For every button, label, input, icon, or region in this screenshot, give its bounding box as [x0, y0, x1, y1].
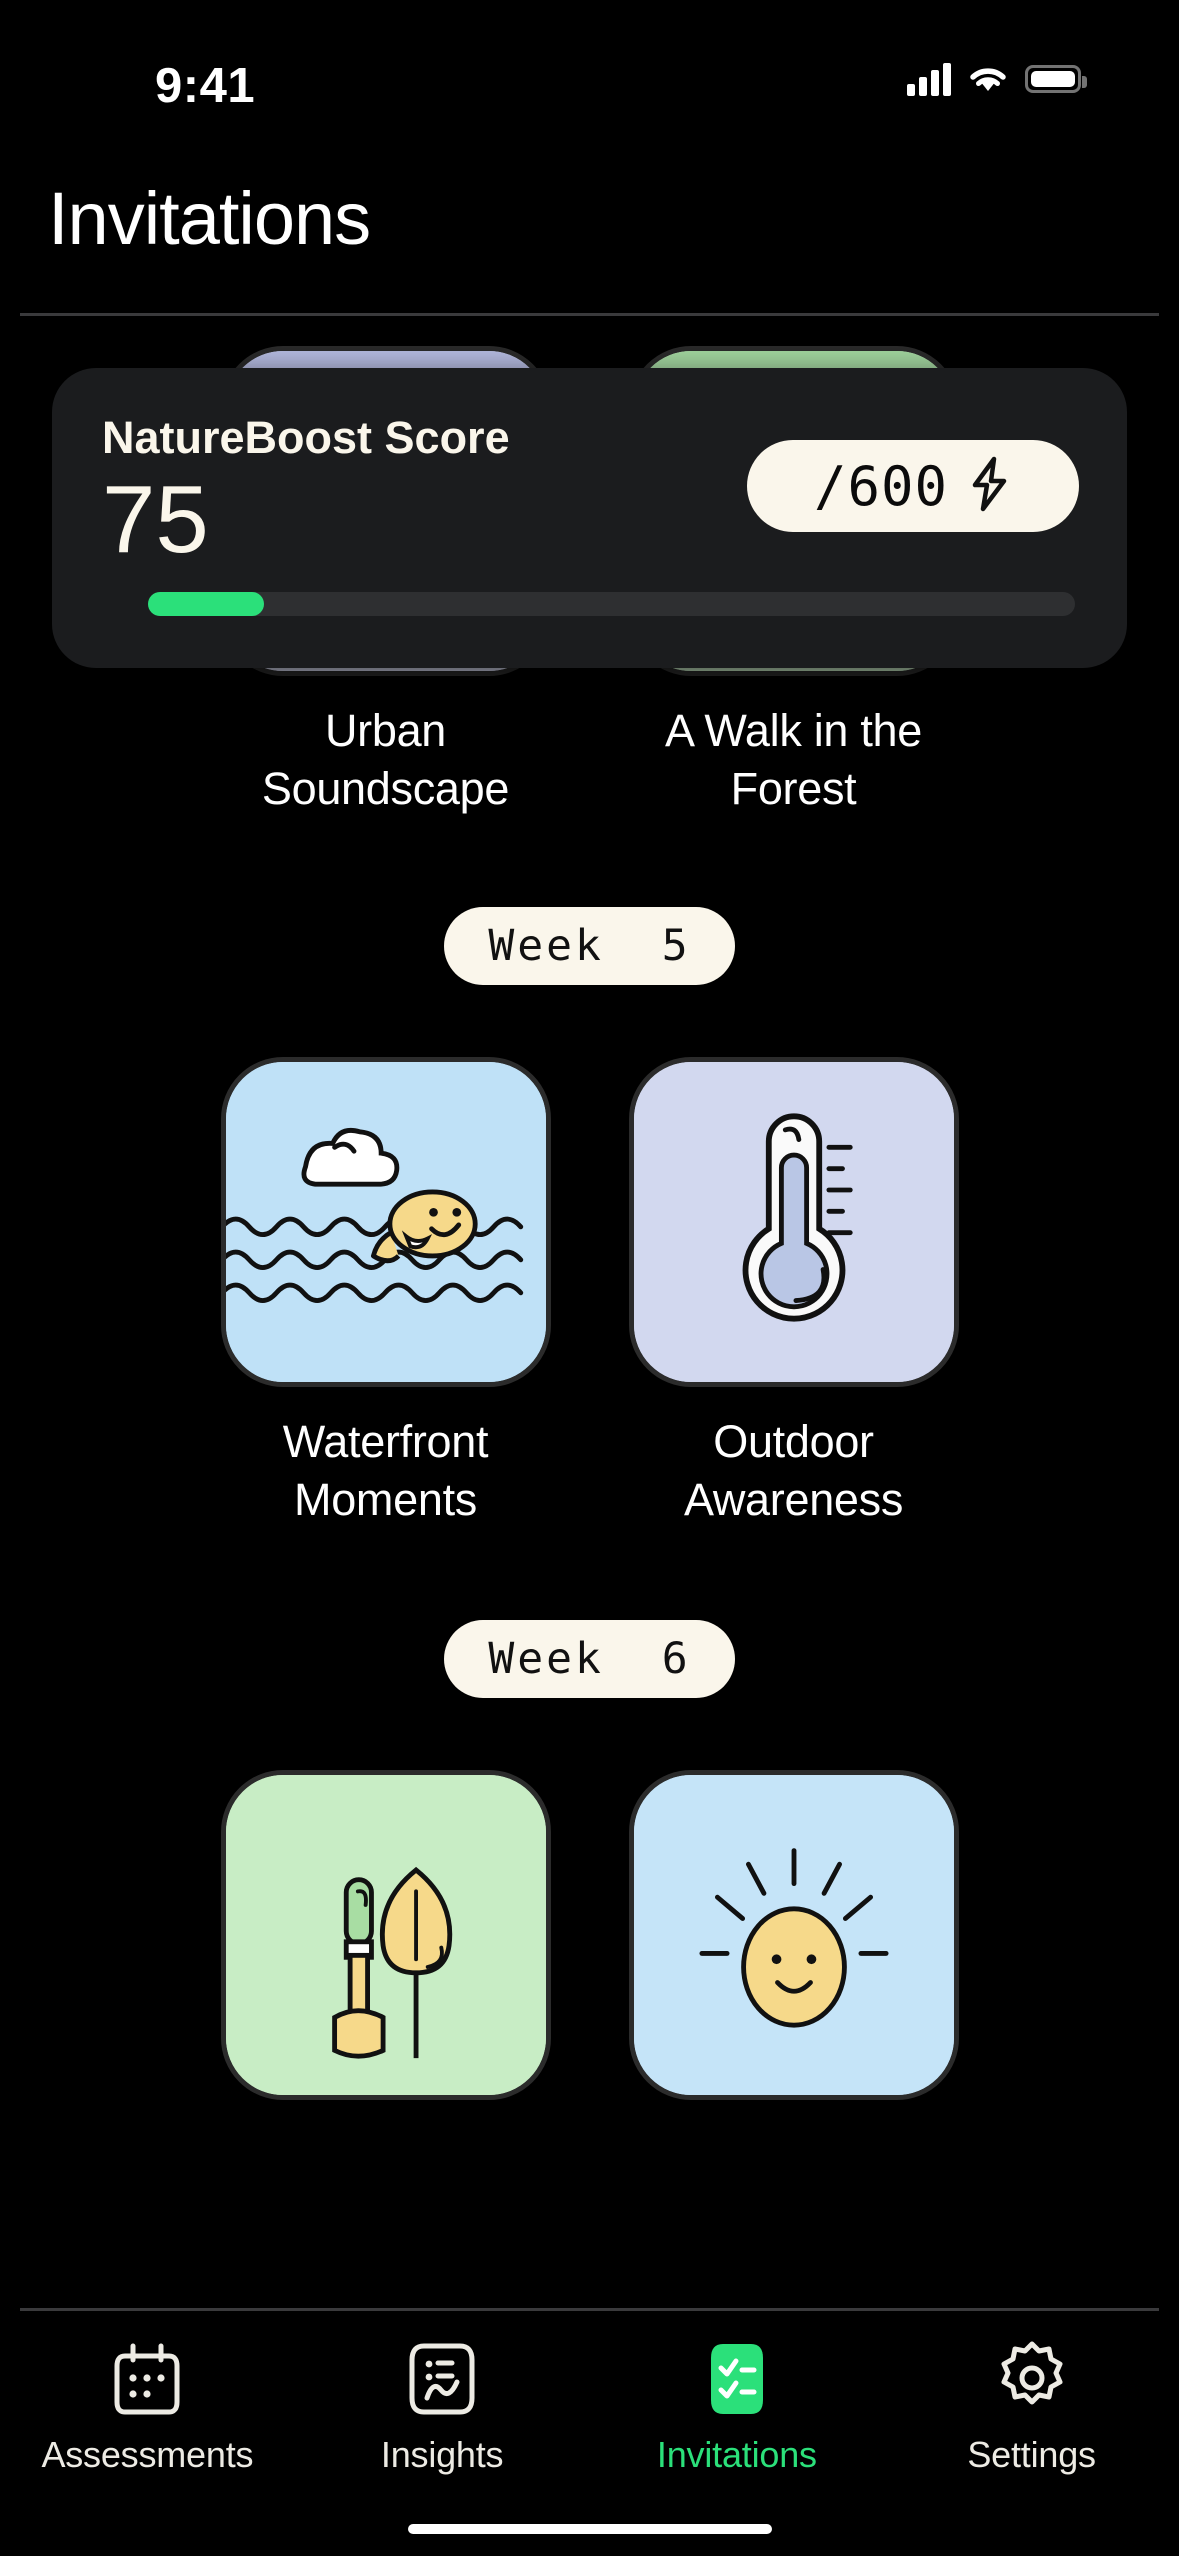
tab-settings[interactable]: Settings: [884, 2338, 1179, 2476]
tile-image-thermometer[interactable]: [628, 1057, 959, 1388]
status-bar-time: 9:41: [155, 59, 256, 113]
status-bar: 9:41: [0, 0, 1179, 160]
tile-label: Waterfront Moments: [282, 1416, 489, 1525]
battery-icon: [1025, 65, 1087, 93]
week-chip: Week 5: [444, 907, 735, 986]
home-indicator: [407, 2524, 772, 2534]
wifi-icon: [967, 63, 1009, 95]
tab-label: Settings: [967, 2434, 1096, 2475]
score-goal-badge: /600: [747, 440, 1079, 532]
score-progress-track: [148, 592, 1075, 616]
tile-grid-section-1: Waterfront Moments Outdoor Awareness: [0, 1057, 1179, 1528]
tile-cell-waterfront-moments[interactable]: Waterfront Moments: [220, 1057, 551, 1528]
nav-divider: [20, 313, 1159, 316]
tab-assessments[interactable]: Assessments: [0, 2338, 295, 2476]
bottom-tab-bar: Assessments Insights Invitations Setting…: [0, 2308, 1179, 2556]
tile-grid-section-2: [0, 1770, 1179, 2126]
score-goal-label: /600: [813, 454, 949, 518]
tile-cell-outdoor-awareness[interactable]: Outdoor Awareness: [628, 1057, 959, 1528]
lightning-bolt-icon: [966, 455, 1012, 518]
cellular-bars-icon: [907, 62, 951, 96]
checklist-icon: [699, 2338, 775, 2420]
tile-label: A Walk in the Forest: [664, 705, 923, 814]
tile-image-sun[interactable]: [628, 1770, 959, 2101]
tile-image-garden-tools[interactable]: [220, 1770, 551, 2101]
tab-label: Insights: [380, 2434, 504, 2475]
tab-label: Invitations: [656, 2434, 817, 2475]
natureboost-score-card[interactable]: NatureBoost Score 75 /600: [52, 368, 1127, 668]
score-card-title: NatureBoost Score: [102, 412, 510, 463]
tile-label: Outdoor Awareness: [683, 1416, 904, 1525]
chart-icon: [404, 2338, 480, 2420]
tile-cell-sun[interactable]: [628, 1770, 959, 2126]
tile-image-fish-water[interactable]: [220, 1057, 551, 1388]
score-progress-fill: [148, 592, 264, 616]
tabbar-divider: [20, 2308, 1159, 2311]
tile-cell-garden-tools[interactable]: [220, 1770, 551, 2126]
tab-insights[interactable]: Insights: [295, 2338, 590, 2476]
section-header-week-5: Week 5: [0, 907, 1179, 986]
phone-screen: 9:41 Invitations Urban Soundscape A Walk…: [0, 0, 1179, 2556]
status-bar-indicators: [907, 62, 1087, 96]
score-card-value: 75: [102, 466, 209, 573]
page-title: Invitations: [48, 177, 371, 260]
tab-invitations[interactable]: Invitations: [590, 2338, 885, 2476]
tab-label: Assessments: [41, 2434, 254, 2475]
week-chip: Week 6: [444, 1620, 735, 1699]
calendar-icon: [109, 2338, 185, 2420]
section-header-week-6: Week 6: [0, 1620, 1179, 1699]
tile-label: Urban Soundscape: [261, 705, 510, 814]
gear-icon: [994, 2338, 1070, 2420]
